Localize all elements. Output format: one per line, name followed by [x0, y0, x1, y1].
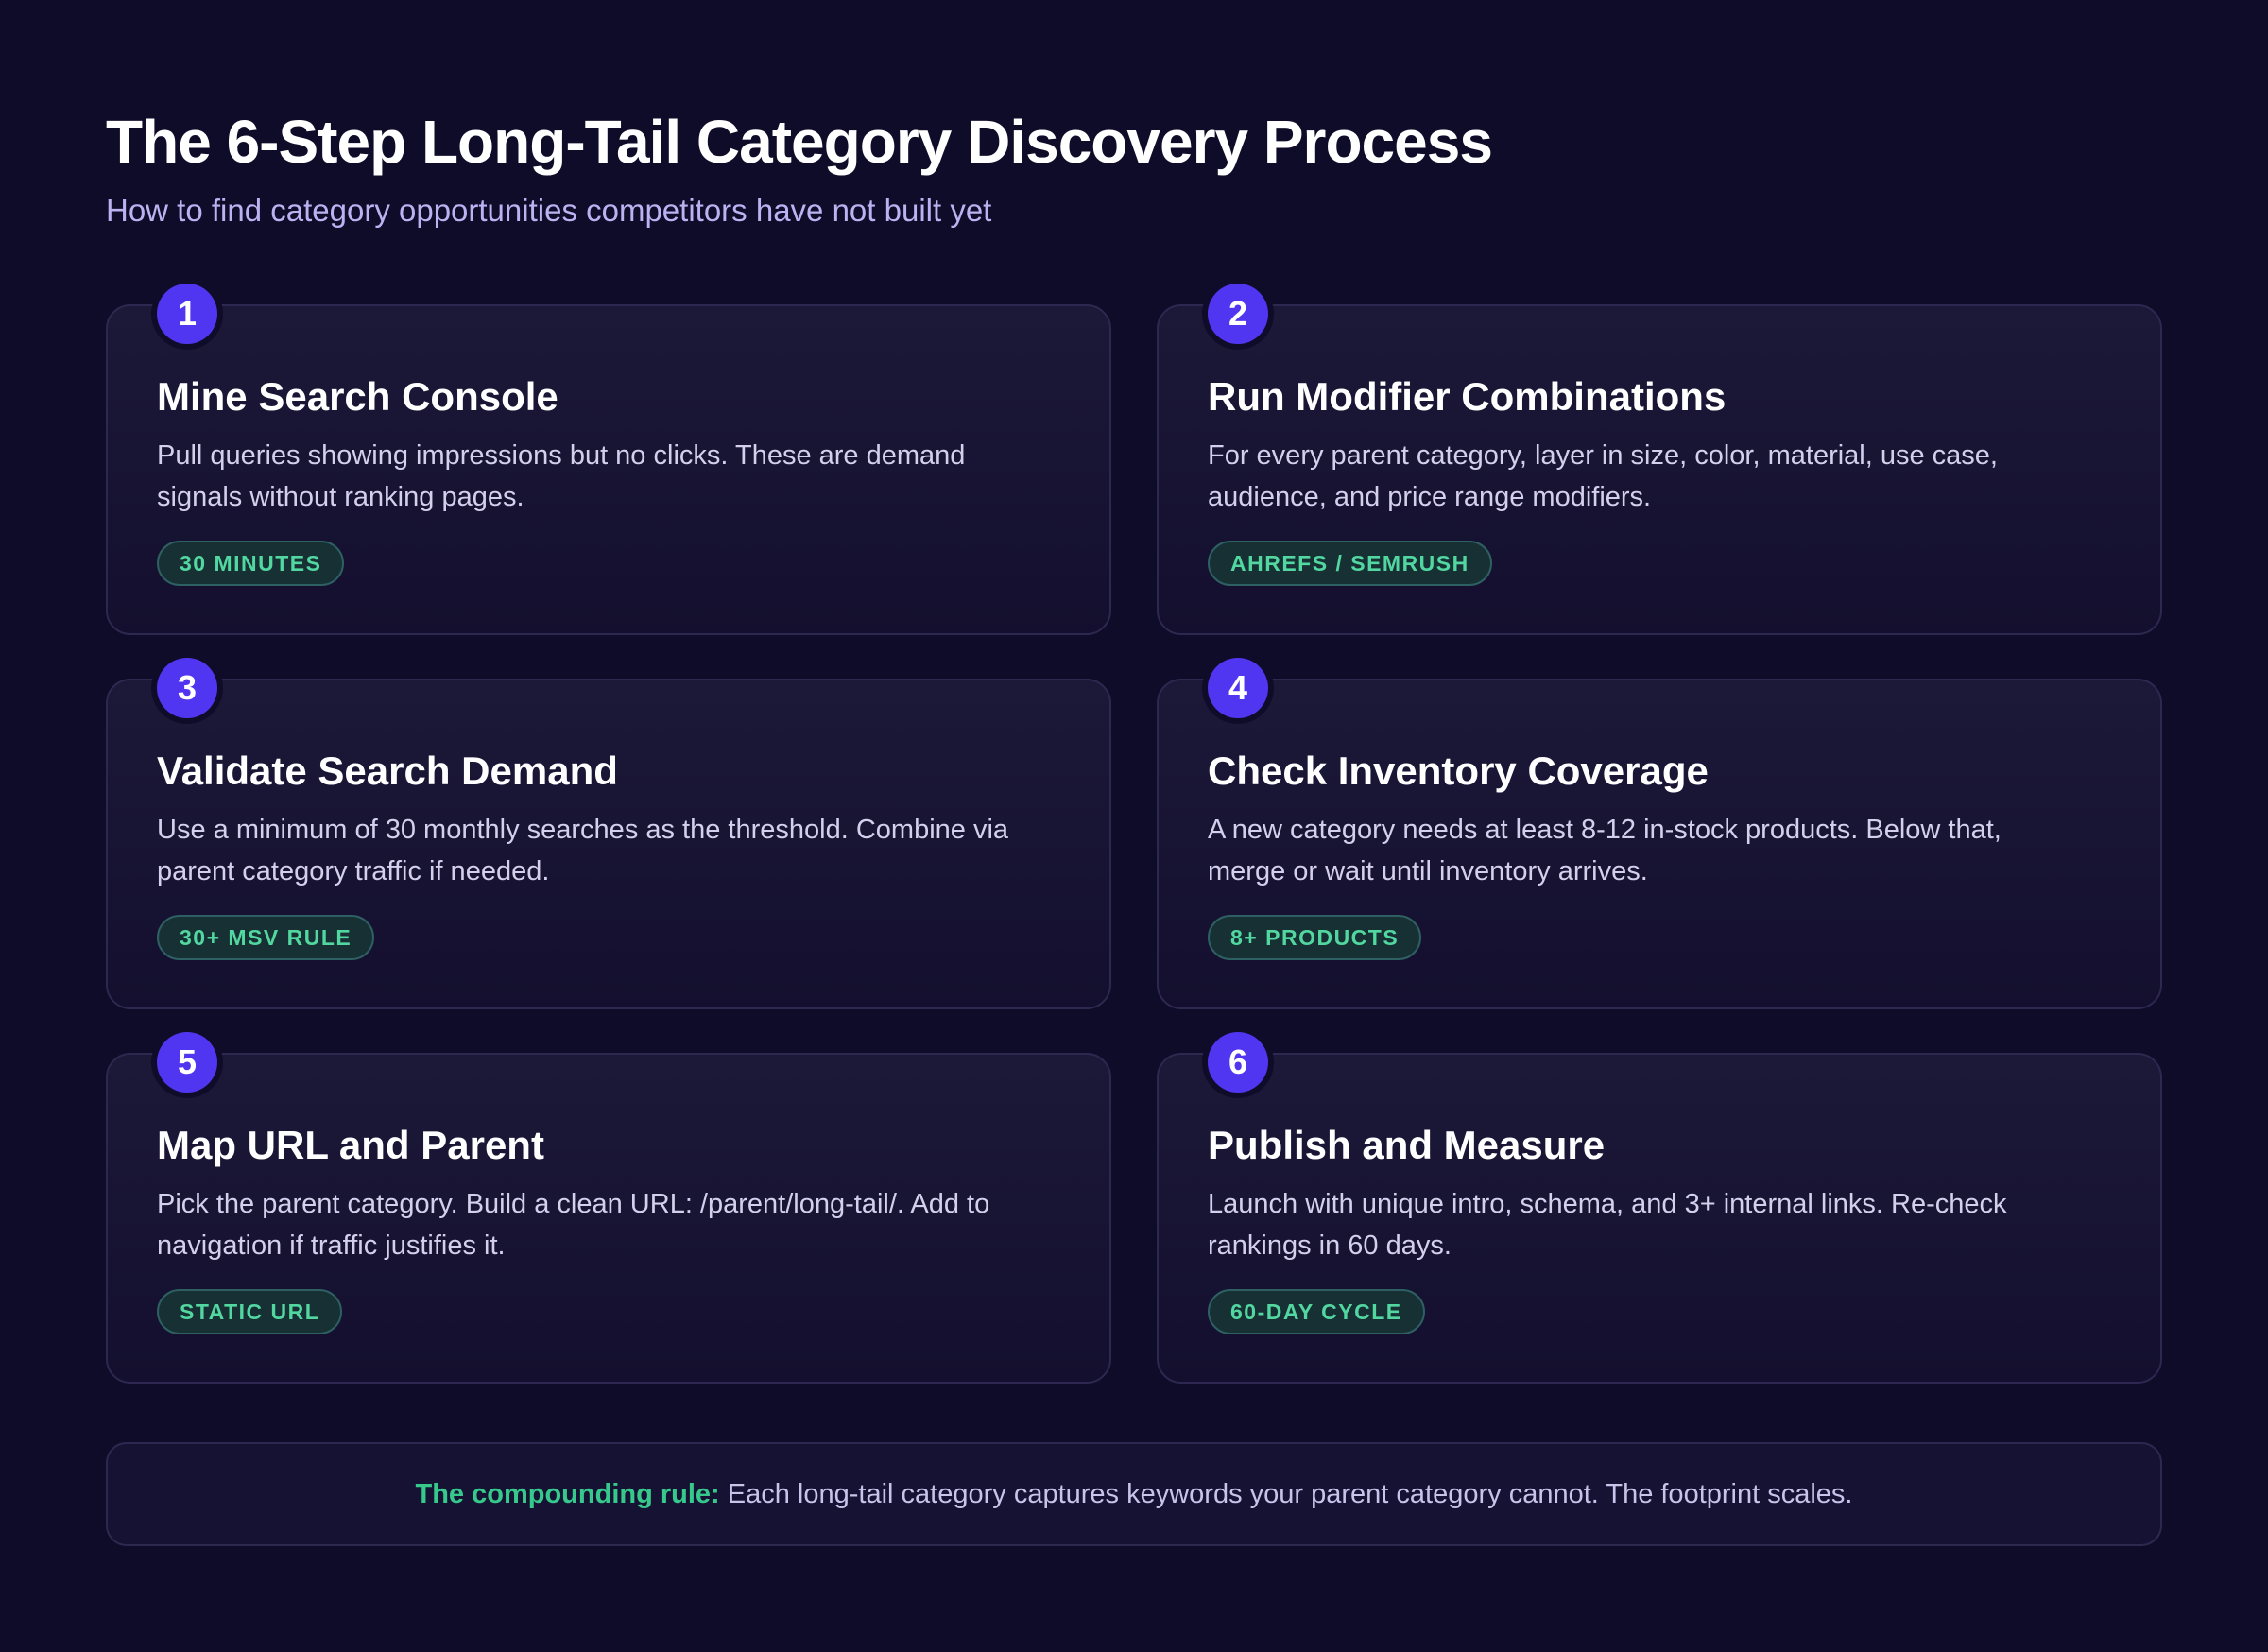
step-tag: 8+ PRODUCTS	[1208, 915, 1422, 960]
step-description: For every parent category, layer in size…	[1208, 440, 1998, 512]
step-number-badge: 1	[157, 284, 217, 344]
step-tag: STATIC URL	[157, 1289, 343, 1334]
step-card-5: 5 Map URL and Parent Pick the parent cat…	[106, 1032, 1111, 1384]
step-number-badge: 3	[157, 658, 217, 718]
step-number-badge: 2	[1208, 284, 1268, 344]
rule-label: The compounding rule:	[415, 1479, 720, 1509]
step-number-badge: 4	[1208, 658, 1268, 718]
step-number-badge: 6	[1208, 1032, 1268, 1093]
step-title: Publish and Measure	[1208, 1123, 1606, 1167]
step-tag: 30+ MSV RULE	[157, 915, 375, 960]
step-card-1: 1 Mine Search Console Pull queries showi…	[106, 284, 1111, 635]
page-title: The 6-Step Long-Tail Category Discovery …	[106, 108, 1493, 176]
step-number-badge: 5	[157, 1032, 217, 1093]
step-title: Map URL and Parent	[157, 1123, 544, 1167]
step-description: A new category needs at least 8-12 in-st…	[1208, 815, 2002, 886]
step-tag: 60-DAY CYCLE	[1208, 1289, 1425, 1334]
step-title: Validate Search Demand	[157, 749, 618, 793]
step-card-4: 4 Check Inventory Coverage A new categor…	[1157, 658, 2162, 1009]
step-card-3: 3 Validate Search Demand Use a minimum o…	[106, 658, 1111, 1009]
step-description: Launch with unique intro, schema, and 3+…	[1208, 1189, 2007, 1261]
steps-grid: 1 Mine Search Console Pull queries showi…	[106, 284, 2162, 1384]
step-card-6: 6 Publish and Measure Launch with unique…	[1157, 1032, 2162, 1384]
rule-text: Each long-tail category captures keyword…	[727, 1479, 1853, 1509]
step-title: Run Modifier Combinations	[1208, 374, 1727, 419]
step-description: Pick the parent category. Build a clean …	[157, 1189, 990, 1261]
compounding-rule-callout: The compounding rule: Each long-tail cat…	[106, 1442, 2162, 1546]
step-description: Use a minimum of 30 monthly searches as …	[157, 815, 1009, 886]
step-tag: 30 MINUTES	[157, 541, 345, 586]
step-card-2: 2 Run Modifier Combinations For every pa…	[1157, 284, 2162, 635]
page-subtitle: How to find category opportunities compe…	[106, 193, 992, 228]
step-description: Pull queries showing impressions but no …	[157, 440, 966, 512]
step-title: Check Inventory Coverage	[1208, 749, 1709, 793]
step-tag: AHREFS / SEMRUSH	[1208, 541, 1492, 586]
step-title: Mine Search Console	[157, 374, 558, 419]
infographic: The 6-Step Long-Tail Category Discovery …	[0, 0, 2268, 1652]
